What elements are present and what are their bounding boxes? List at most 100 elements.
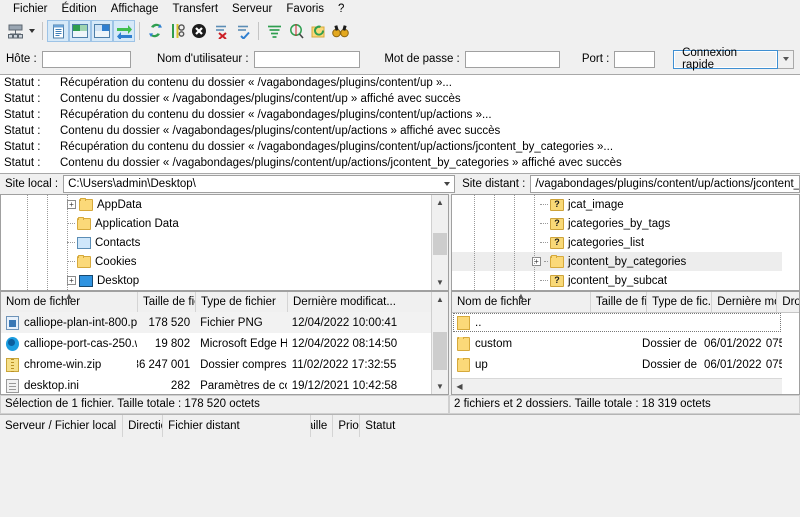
scrollbar-track[interactable] bbox=[467, 379, 782, 393]
parent-directory-icon bbox=[457, 315, 470, 330]
scroll-down-icon[interactable]: ▼ bbox=[432, 379, 448, 394]
remote-list-hscrollbar[interactable]: ◀ bbox=[452, 377, 782, 394]
column-header-name[interactable]: ▲ Nom de fichier bbox=[1, 292, 138, 312]
filezilla-window: Fichier Édition Affichage Transfert Serv… bbox=[0, 0, 800, 517]
password-input-field[interactable] bbox=[465, 51, 559, 67]
remote-pane: ? jcat_image ? jcategories_by_tags ? jca… bbox=[451, 194, 800, 395]
queue-column-size[interactable]: Taille bbox=[311, 414, 334, 437]
host-input[interactable] bbox=[41, 50, 131, 68]
scroll-up-icon[interactable]: ▲ bbox=[432, 292, 448, 307]
column-header-type[interactable]: Type de fic... bbox=[647, 292, 713, 312]
column-header-size[interactable]: Taille de fic... bbox=[138, 292, 196, 312]
scroll-down-icon[interactable]: ▼ bbox=[432, 275, 448, 290]
toggle-remote-tree-icon[interactable] bbox=[91, 20, 113, 42]
tree-item[interactable]: + Desktop bbox=[1, 271, 431, 290]
username-input-field[interactable] bbox=[254, 51, 360, 67]
table-row[interactable]: up Dossier de ... 06/01/2022 08:... 075 bbox=[452, 354, 782, 375]
menu-item-transfert[interactable]: Transfert bbox=[165, 0, 225, 18]
local-directory-tree[interactable]: + AppData Application Data Contacts Cook… bbox=[0, 194, 449, 291]
filter-icon[interactable] bbox=[263, 20, 285, 42]
queue-column-server-local[interactable]: Serveur / Fichier local bbox=[0, 414, 124, 437]
remote-directory-tree[interactable]: ? jcat_image ? jcategories_by_tags ? jca… bbox=[451, 194, 800, 291]
local-file-list[interactable]: ▲ Nom de fichier Taille de fic... Type d… bbox=[0, 291, 449, 395]
cancel-operation-icon[interactable] bbox=[188, 20, 210, 42]
port-input[interactable] bbox=[614, 50, 656, 68]
tree-item[interactable]: Cookies bbox=[1, 252, 431, 271]
disconnect-icon[interactable] bbox=[210, 20, 232, 42]
tree-item-label: jcategories_list bbox=[568, 236, 645, 249]
tree-item-label: jcontent_by_categories bbox=[568, 255, 687, 268]
column-header-modified[interactable]: Dernière modificat... bbox=[288, 292, 433, 312]
find-files-icon[interactable] bbox=[329, 20, 351, 42]
compare-directories-icon[interactable] bbox=[285, 20, 307, 42]
menu-item-help[interactable]: ? bbox=[331, 0, 351, 18]
menu-item-serveur[interactable]: Serveur bbox=[225, 0, 279, 18]
tree-item[interactable]: ? jcategories_by_tags bbox=[452, 214, 782, 233]
site-manager-dropdown-icon[interactable] bbox=[26, 20, 38, 42]
toolbar-separator bbox=[42, 22, 43, 40]
column-header-size[interactable]: Taille de fi... bbox=[591, 292, 648, 312]
port-input-field[interactable] bbox=[615, 51, 655, 67]
toggle-transfer-queue-icon[interactable] bbox=[113, 20, 135, 42]
chevron-down-icon[interactable] bbox=[444, 182, 451, 186]
quickconnect-history-dropdown-icon[interactable] bbox=[778, 49, 795, 69]
host-input-field[interactable] bbox=[42, 51, 130, 67]
path-bar: Site local : C:\Users\admin\Desktop\ Sit… bbox=[0, 174, 800, 194]
message-log[interactable]: Statut : Récupération du contenu du doss… bbox=[0, 74, 800, 174]
table-row[interactable]: chrome-win.zip 186 247 001 Dossier compr… bbox=[1, 354, 431, 375]
site-manager-icon[interactable] bbox=[4, 20, 26, 42]
tree-item[interactable]: Contacts bbox=[1, 233, 431, 252]
queue-column-status[interactable]: Statut bbox=[360, 415, 800, 437]
tree-item[interactable]: + AppData bbox=[1, 195, 431, 214]
column-header-name[interactable]: ▲ Nom de fichier bbox=[452, 292, 591, 312]
column-header-type[interactable]: Type de fichier bbox=[196, 292, 288, 312]
scrollbar-thumb[interactable] bbox=[433, 332, 447, 370]
process-queue-icon[interactable] bbox=[166, 20, 188, 42]
quickconnect-button[interactable]: Connexion rapide bbox=[673, 47, 779, 71]
tree-item-label: jcontent_by_subcat bbox=[568, 274, 668, 287]
folder-icon bbox=[77, 216, 91, 230]
toggle-message-log-icon[interactable] bbox=[47, 20, 69, 42]
log-text: Contenu du dossier « /vagabondages/plugi… bbox=[60, 157, 622, 169]
username-input[interactable] bbox=[253, 50, 361, 68]
queue-column-priority[interactable]: Priorité bbox=[333, 414, 361, 437]
log-key: Statut : bbox=[4, 141, 41, 153]
log-text: Récupération du contenu du dossier « /va… bbox=[60, 141, 614, 153]
local-list-scrollbar[interactable]: ▲ ▼ bbox=[431, 292, 448, 394]
menu-item-edition[interactable]: Édition bbox=[55, 0, 104, 18]
scroll-up-icon[interactable]: ▲ bbox=[432, 195, 448, 210]
menu-item-affichage[interactable]: Affichage bbox=[104, 0, 166, 18]
tree-item[interactable]: ? jcat_image bbox=[452, 195, 782, 214]
column-header-modified[interactable]: Dernière modif... bbox=[712, 292, 778, 312]
scroll-left-icon[interactable]: ◀ bbox=[452, 382, 467, 391]
remote-file-list[interactable]: ▲ Nom de fichier Taille de fi... Type de… bbox=[451, 291, 800, 395]
local-tree-scrollbar[interactable]: ▲ ▼ bbox=[431, 195, 448, 290]
cell-type: Fichier PNG bbox=[200, 316, 263, 329]
local-path-combobox[interactable]: C:\Users\admin\Desktop\ bbox=[63, 175, 456, 193]
menu-item-favoris[interactable]: Favoris bbox=[279, 0, 331, 18]
synchronized-browsing-icon[interactable] bbox=[307, 20, 329, 42]
transfer-queue-body[interactable] bbox=[0, 436, 800, 517]
remote-selection-status: 2 fichiers et 2 dossiers. Taille totale … bbox=[449, 394, 800, 414]
table-row[interactable]: calliope-port-cas-250.webp 19 802 Micros… bbox=[1, 333, 431, 354]
toggle-local-tree-icon[interactable] bbox=[69, 20, 91, 42]
queue-column-remote-file[interactable]: Fichier distant bbox=[163, 414, 311, 437]
tree-item[interactable]: ? jcategories_list bbox=[452, 233, 782, 252]
menu-item-fichier[interactable]: Fichier bbox=[6, 0, 55, 18]
password-input[interactable] bbox=[464, 50, 560, 68]
remote-path-combobox[interactable]: /vagabondages/plugins/content/up/actions… bbox=[530, 175, 800, 193]
refresh-icon[interactable] bbox=[144, 20, 166, 42]
tree-item[interactable]: ? jcontent_by_subcat bbox=[452, 271, 782, 290]
table-row[interactable]: calliope-plan-int-800.png 178 520 Fichie… bbox=[1, 312, 431, 333]
tree-item-selected[interactable]: + jcontent_by_categories bbox=[452, 252, 782, 271]
queue-column-direction[interactable]: Direction bbox=[123, 414, 164, 437]
table-row[interactable]: .. bbox=[452, 312, 782, 333]
selection-status-bar: Sélection de 1 fichier. Taille totale : … bbox=[0, 394, 800, 414]
reconnect-icon[interactable] bbox=[232, 20, 254, 42]
table-row[interactable]: custom Dossier de ... 06/01/2022 08:... … bbox=[452, 333, 782, 354]
scrollbar-thumb[interactable] bbox=[433, 233, 447, 255]
tree-item[interactable]: Application Data bbox=[1, 214, 431, 233]
table-row[interactable]: desktop.ini 282 Paramètres de con... 19/… bbox=[1, 375, 431, 394]
column-header-label: Dernière modificat... bbox=[293, 296, 396, 308]
cell-type: Dossier de ... bbox=[642, 358, 699, 371]
